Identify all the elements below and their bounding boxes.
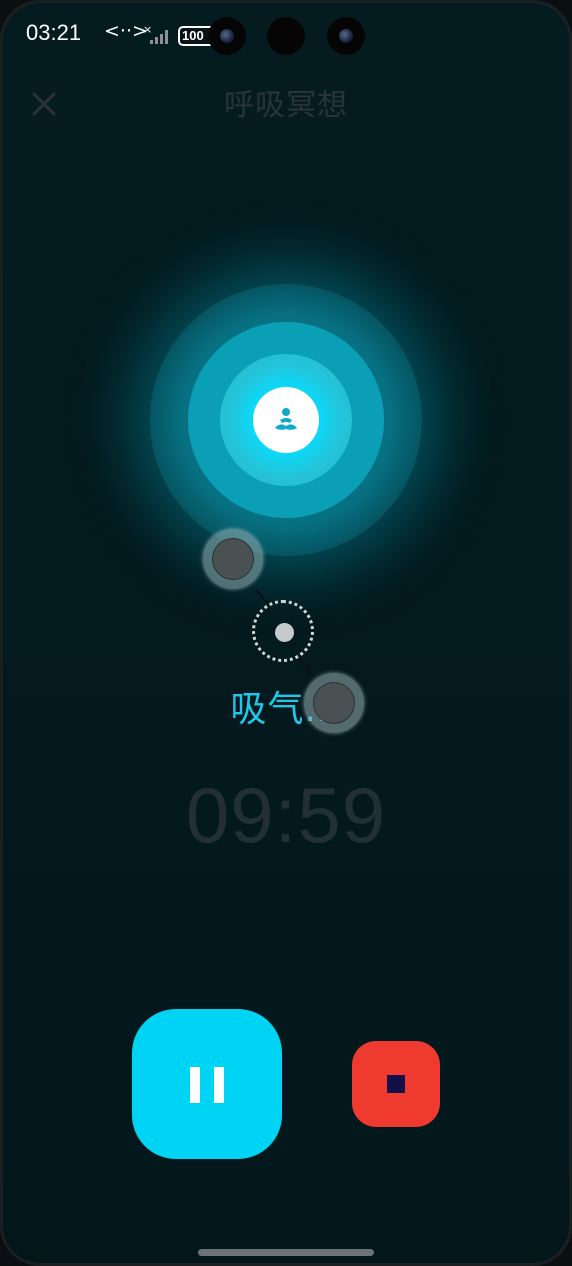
stop-button[interactable] bbox=[352, 1041, 440, 1127]
breathing-phase-label: 吸气... bbox=[230, 689, 342, 730]
app-screen: 03:21 <··> × 100 呼吸冥想 吸气... 09:59 bbox=[0, 0, 572, 1266]
gesture-target-circle[interactable] bbox=[252, 600, 314, 662]
countdown-timer: 09:59 bbox=[185, 771, 387, 859]
stop-icon bbox=[387, 1075, 405, 1093]
home-indicator[interactable] bbox=[198, 1249, 374, 1256]
floating-touch-point[interactable] bbox=[304, 673, 364, 733]
floating-touch-point[interactable] bbox=[203, 529, 263, 589]
pause-button[interactable] bbox=[132, 1009, 282, 1159]
